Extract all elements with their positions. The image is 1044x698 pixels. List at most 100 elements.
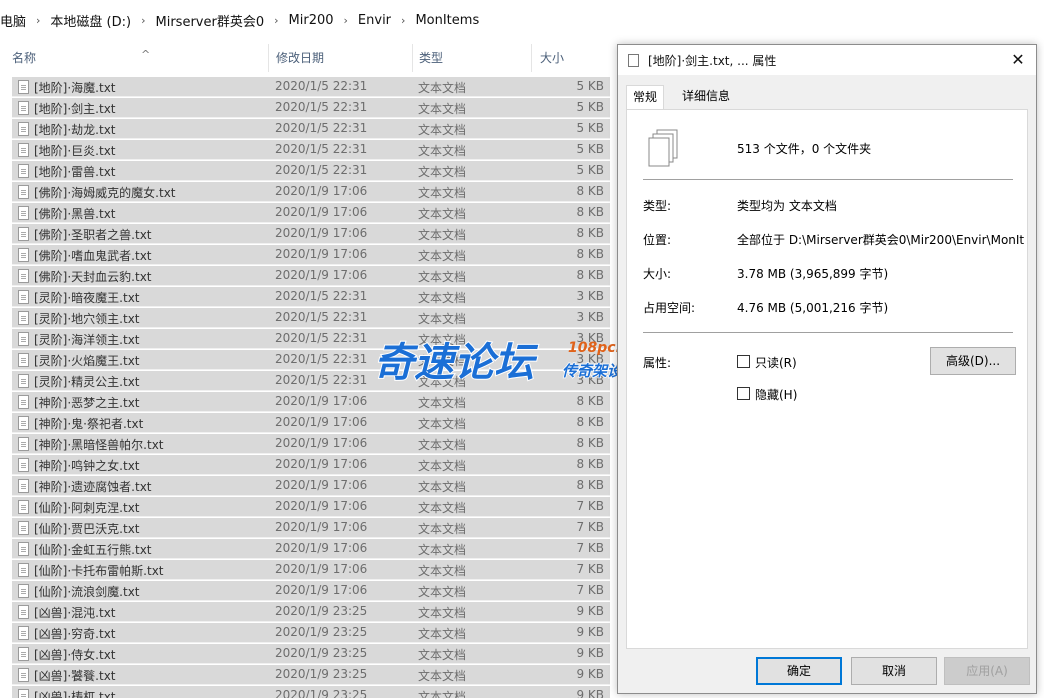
file-row[interactable]: [凶兽]·穷奇.txt 2020/1/9 23:25 文本文档 9 KB xyxy=(12,623,610,643)
disk-size-value: 4.76 MB (5,001,216 字节) xyxy=(737,301,889,315)
text-file-icon xyxy=(18,437,29,451)
file-modified: 2020/1/5 22:31 xyxy=(275,289,368,303)
file-row[interactable]: [灵阶]·地穴领主.txt 2020/1/5 22:31 文本文档 3 KB xyxy=(12,308,610,328)
file-row[interactable]: [仙阶]·阿刺克涅.txt 2020/1/9 17:06 文本文档 7 KB xyxy=(12,497,610,517)
hidden-checkbox[interactable] xyxy=(737,387,750,400)
tab-details[interactable]: 详细信息 xyxy=(676,85,736,109)
breadcrumb-item[interactable]: Mir200 xyxy=(289,13,334,28)
file-size: 7 KB xyxy=(576,562,604,576)
file-row[interactable]: [仙阶]·流浪剑魔.txt 2020/1/9 17:06 文本文档 7 KB xyxy=(12,581,610,601)
file-modified: 2020/1/5 22:31 xyxy=(275,373,368,387)
file-row[interactable]: [地阶]·巨炎.txt 2020/1/5 22:31 文本文档 5 KB xyxy=(12,140,610,160)
text-file-icon xyxy=(18,563,29,577)
general-tab-panel: 513 个文件，0 个文件夹 类型: 类型均为 文本文档 位置: 全部位于 D:… xyxy=(626,109,1028,649)
column-divider[interactable] xyxy=(531,44,532,72)
file-row[interactable]: [凶兽]·饕餮.txt 2020/1/9 23:25 文本文档 9 KB xyxy=(12,665,610,685)
breadcrumb-item[interactable]: Mirserver群英会0 xyxy=(156,11,265,30)
cancel-button[interactable]: 取消 xyxy=(851,657,937,685)
file-row[interactable]: [灵阶]·暗夜魔王.txt 2020/1/5 22:31 文本文档 3 KB xyxy=(12,287,610,307)
file-row[interactable]: [神阶]·恶梦之主.txt 2020/1/9 17:06 文本文档 8 KB xyxy=(12,392,610,412)
apply-button[interactable]: 应用(A) xyxy=(944,657,1030,685)
location-value[interactable]: 全部位于 D:\Mirserver群英会0\Mir200\Envir\MonIt xyxy=(737,231,1024,248)
file-row[interactable]: [佛阶]·海姆威克的魔女.txt 2020/1/9 17:06 文本文档 8 KB xyxy=(12,182,610,202)
file-modified: 2020/1/9 23:25 xyxy=(275,688,368,698)
selection-summary: 513 个文件，0 个文件夹 xyxy=(737,142,872,156)
multiple-files-icon xyxy=(648,129,678,167)
tab-general[interactable]: 常规 xyxy=(626,85,665,110)
readonly-checkbox[interactable] xyxy=(737,355,750,368)
file-type: 文本文档 xyxy=(418,270,467,284)
chevron-right-icon[interactable]: › xyxy=(344,14,348,27)
readonly-label[interactable]: 只读(R) xyxy=(755,354,797,371)
size-label: 大小: xyxy=(643,267,672,281)
file-name: [凶兽]·穷奇.txt xyxy=(34,627,116,641)
file-size: 9 KB xyxy=(576,667,604,681)
file-type: 文本文档 xyxy=(418,438,467,452)
dialog-title-bar[interactable]: [地阶]·剑主.txt, ... 属性 ✕ xyxy=(618,45,1036,75)
breadcrumb-item[interactable]: Envir xyxy=(358,13,391,28)
file-row[interactable]: [神阶]·鸣钟之女.txt 2020/1/9 17:06 文本文档 8 KB xyxy=(12,455,610,475)
text-file-icon xyxy=(18,668,29,682)
file-size: 8 KB xyxy=(576,415,604,429)
file-row[interactable]: [凶兽]·混沌.txt 2020/1/9 23:25 文本文档 9 KB xyxy=(12,602,610,622)
file-row[interactable]: [地阶]·海魔.txt 2020/1/5 22:31 文本文档 5 KB xyxy=(12,77,610,97)
file-row[interactable]: [凶兽]·侍女.txt 2020/1/9 23:25 文本文档 9 KB xyxy=(12,644,610,664)
file-row[interactable]: [佛阶]·圣职者之兽.txt 2020/1/9 17:06 文本文档 8 KB xyxy=(12,224,610,244)
chevron-right-icon[interactable]: › xyxy=(401,14,405,27)
file-row[interactable]: [神阶]·黑暗怪兽帕尔.txt 2020/1/9 17:06 文本文档 8 KB xyxy=(12,434,610,454)
file-name: [神阶]·遗迹腐蚀者.txt xyxy=(34,480,152,494)
breadcrumb-item[interactable]: 电脑 xyxy=(0,11,26,30)
file-row[interactable]: [凶兽]·梼杌.txt 2020/1/9 23:25 文本文档 9 KB xyxy=(12,686,610,698)
file-type: 文本文档 xyxy=(418,690,467,698)
file-size: 8 KB xyxy=(576,436,604,450)
file-row[interactable]: [灵阶]·海洋领主.txt 2020/1/5 22:31 文本文档 3 KB xyxy=(12,329,610,349)
file-row[interactable]: [仙阶]·贾巴沃克.txt 2020/1/9 17:06 文本文档 7 KB xyxy=(12,518,610,538)
file-type: 文本文档 xyxy=(418,186,467,200)
column-divider[interactable] xyxy=(268,44,269,72)
column-header-type[interactable]: 类型 xyxy=(413,40,529,76)
close-button[interactable]: ✕ xyxy=(1006,48,1030,72)
file-row[interactable]: [灵阶]·火焰魔王.txt 2020/1/5 22:31 文本文档 3 KB xyxy=(12,350,610,370)
properties-dialog: [地阶]·剑主.txt, ... 属性 ✕ 常规 详细信息 513 个文件，0 … xyxy=(617,44,1037,694)
text-file-icon xyxy=(18,269,29,283)
file-modified: 2020/1/9 17:06 xyxy=(275,205,368,219)
text-file-icon xyxy=(18,143,29,157)
chevron-right-icon[interactable]: › xyxy=(141,14,145,27)
file-type: 文本文档 xyxy=(418,585,467,599)
file-row[interactable]: [地阶]·劫龙.txt 2020/1/5 22:31 文本文档 5 KB xyxy=(12,119,610,139)
file-row[interactable]: [神阶]·遗迹腐蚀者.txt 2020/1/9 17:06 文本文档 8 KB xyxy=(12,476,610,496)
file-type: 文本文档 xyxy=(418,606,467,620)
file-type: 文本文档 xyxy=(418,165,467,179)
text-file-icon xyxy=(18,206,29,220)
advanced-button[interactable]: 高级(D)... xyxy=(930,347,1016,375)
file-row[interactable]: [仙阶]·金虹五行熊.txt 2020/1/9 17:06 文本文档 7 KB xyxy=(12,539,610,559)
file-name: [仙阶]·金虹五行熊.txt xyxy=(34,543,152,557)
chevron-right-icon[interactable]: › xyxy=(274,14,278,27)
chevron-right-icon[interactable]: › xyxy=(36,14,40,27)
file-name: [神阶]·黑暗怪兽帕尔.txt xyxy=(34,438,164,452)
file-row[interactable]: [仙阶]·卡托布雷帕斯.txt 2020/1/9 17:06 文本文档 7 KB xyxy=(12,560,610,580)
file-row[interactable]: [佛阶]·黑兽.txt 2020/1/9 17:06 文本文档 8 KB xyxy=(12,203,610,223)
divider xyxy=(643,179,1013,180)
multiple-files-icon xyxy=(625,51,639,67)
file-row[interactable]: [佛阶]·嗜血鬼武者.txt 2020/1/9 17:06 文本文档 8 KB xyxy=(12,245,610,265)
column-header-modified[interactable]: 修改日期 xyxy=(270,40,410,76)
column-header-size[interactable]: 大小 xyxy=(534,40,604,76)
file-size: 8 KB xyxy=(576,205,604,219)
breadcrumb-item[interactable]: MonItems xyxy=(415,13,479,28)
file-row[interactable]: [佛阶]·天封血云豹.txt 2020/1/9 17:06 文本文档 8 KB xyxy=(12,266,610,286)
file-row[interactable]: [神阶]·鬼·祭祀者.txt 2020/1/9 17:06 文本文档 8 KB xyxy=(12,413,610,433)
file-row[interactable]: [地阶]·雷兽.txt 2020/1/5 22:31 文本文档 5 KB xyxy=(12,161,610,181)
breadcrumb-item[interactable]: 本地磁盘 (D:) xyxy=(50,11,131,30)
file-modified: 2020/1/5 22:31 xyxy=(275,100,368,114)
file-modified: 2020/1/5 22:31 xyxy=(275,121,368,135)
ok-button[interactable]: 确定 xyxy=(756,657,842,685)
file-name: [仙阶]·阿刺克涅.txt xyxy=(34,501,140,515)
text-file-icon xyxy=(18,479,29,493)
column-header-name[interactable]: 名称 ^ xyxy=(6,40,266,76)
hidden-label[interactable]: 隐藏(H) xyxy=(755,386,797,403)
file-row[interactable]: [地阶]·剑主.txt 2020/1/5 22:31 文本文档 5 KB xyxy=(12,98,610,118)
breadcrumb: 电脑 › 本地磁盘 (D:) › Mirserver群英会0 › Mir200 › Envir ›… xyxy=(0,0,1044,40)
file-row[interactable]: [灵阶]·精灵公主.txt 2020/1/5 22:31 文本文档 3 KB xyxy=(12,371,610,391)
file-size: 5 KB xyxy=(576,121,604,135)
